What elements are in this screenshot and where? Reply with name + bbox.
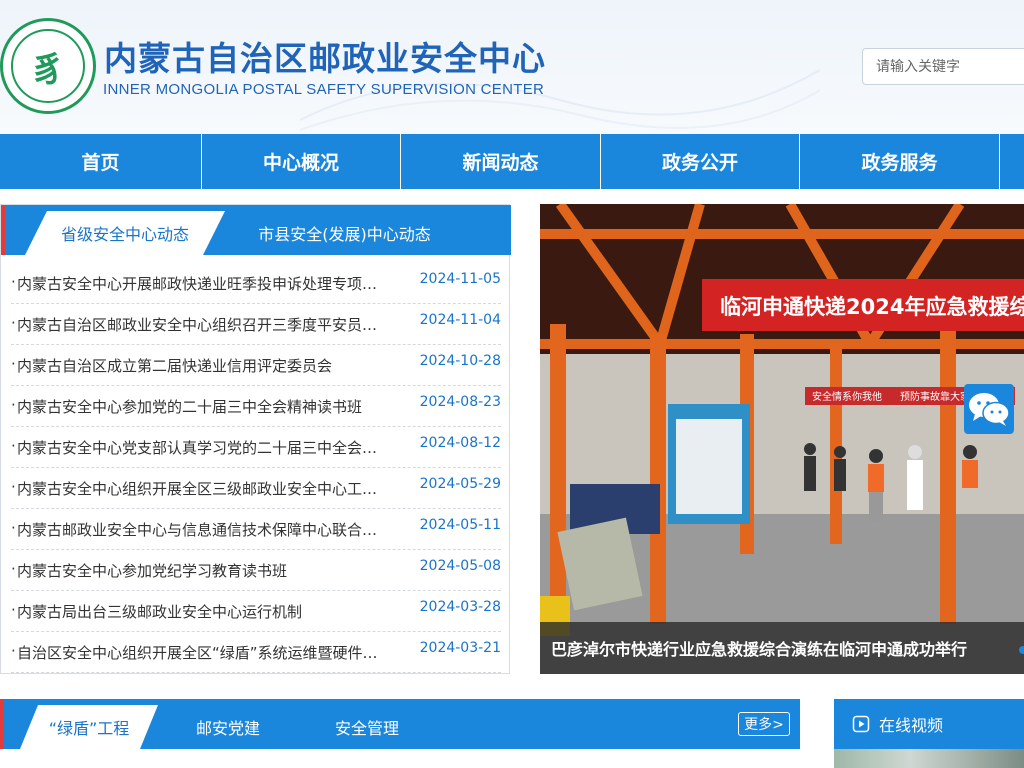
more-button[interactable]: 更多> — [738, 712, 790, 736]
news-date: 2024-05-11 — [419, 517, 501, 533]
search-input[interactable] — [862, 48, 1024, 85]
news-title[interactable]: 内蒙古自治区成立第二届快递业信用评定委员会 — [11, 355, 391, 376]
news-date: 2024-08-12 — [419, 435, 501, 451]
site-subtitle: INNER MONGOLIA POSTAL SAFETY SUPERVISION… — [103, 81, 545, 98]
online-video-label: 在线视频 — [879, 716, 944, 735]
wechat-glyph-icon — [969, 393, 1010, 426]
news-title[interactable]: 自治区安全中心组织开展全区“绿盾”系统运维暨硬件设备培训 — [11, 642, 391, 663]
nav-item-about[interactable]: 中心概况 — [202, 134, 400, 189]
tab-content-area — [0, 749, 800, 768]
slide-caption[interactable]: 巴彦淖尔市快递行业应急救援综合演练在临河申通成功举行 — [540, 622, 1024, 674]
news-title[interactable]: 内蒙古邮政业安全中心与信息通信技术保障中心联合举办培训 — [11, 519, 391, 540]
slide-sign-right: 预防事故靠大家 — [900, 390, 970, 403]
news-date: 2024-05-29 — [419, 476, 501, 492]
list-item[interactable]: 内蒙古安全中心党支部认真学习党的二十届三中全会精神 2024-08-12 — [11, 427, 501, 468]
list-item[interactable]: 内蒙古安全中心开展邮政快递业旺季投申诉处理专项工作 2024-11-05 — [11, 263, 501, 304]
site-header: 豸 内蒙古自治区邮政业安全中心 INNER MONGOLIA POSTAL SA… — [0, 0, 1024, 134]
news-title[interactable]: 内蒙古安全中心参加党纪学习教育读书班 — [11, 560, 391, 581]
news-title[interactable]: 内蒙古安全中心开展邮政快递业旺季投申诉处理专项工作 — [11, 273, 391, 294]
nav-item-gov-open[interactable]: 政务公开 — [601, 134, 799, 189]
list-item[interactable]: 自治区安全中心组织开展全区“绿盾”系统运维暨硬件设备培训 2024-03-21 — [11, 632, 501, 673]
news-tabs: 省级安全中心动态 市县安全(发展)中心动态 — [1, 205, 511, 255]
slide-image: 临河申通快递2024年应急救援综合演 安全情系你我他 预防事故靠大家 — [540, 204, 1024, 674]
list-item[interactable]: 内蒙古安全中心组织开展全区三级邮政业安全中心工作培训 2024-05-29 — [11, 468, 501, 509]
red-marker — [0, 699, 4, 749]
list-item[interactable]: 内蒙古自治区成立第二届快递业信用评定委员会 2024-10-28 — [11, 345, 501, 386]
news-slideshow[interactable]: 临河申通快递2024年应急救援综合演 安全情系你我他 预防事故靠大家 巴彦淖尔市… — [540, 204, 1024, 674]
list-item[interactable]: 内蒙古局出台三级邮政业安全中心运行机制 2024-03-28 — [11, 591, 501, 632]
video-thumbnail[interactable] — [834, 749, 1024, 768]
nav-item-gov-service[interactable]: 政务服务 — [800, 134, 999, 189]
news-date: 2024-03-28 — [419, 599, 501, 615]
news-date: 2024-03-21 — [419, 640, 501, 656]
news-title[interactable]: 内蒙古自治区邮政业安全中心组织召开三季度平安员信息报送工作会议 — [11, 314, 391, 335]
red-marker — [1, 205, 5, 255]
wechat-icon[interactable] — [964, 384, 1014, 434]
news-date: 2024-11-05 — [419, 271, 501, 287]
online-video-header[interactable]: 在线视频 — [834, 699, 1024, 749]
nav-item-news[interactable]: 新闻动态 — [401, 134, 600, 189]
main-nav: 首页 中心概况 新闻动态 政务公开 政务服务 — [0, 134, 1024, 189]
tab-provincial-news[interactable]: 省级安全中心动态 — [25, 211, 225, 255]
tab-green-shield[interactable]: “绿盾”工程 — [20, 705, 158, 749]
tab-party-building[interactable]: 邮安党建 — [196, 705, 260, 749]
site-logo[interactable]: 豸 — [0, 18, 96, 114]
nav-item-home[interactable]: 首页 — [0, 134, 201, 189]
news-panel: 省级安全中心动态 市县安全(发展)中心动态 内蒙古安全中心开展邮政快递业旺季投申… — [0, 204, 511, 674]
list-item[interactable]: 内蒙古邮政业安全中心与信息通信技术保障中心联合举办培训 2024-05-11 — [11, 509, 501, 550]
site-title: 内蒙古自治区邮政业安全中心 — [104, 39, 546, 78]
slide-indicator-dot[interactable] — [1019, 646, 1024, 654]
news-date: 2024-05-08 — [419, 558, 501, 574]
news-date: 2024-10-28 — [419, 353, 501, 369]
news-title[interactable]: 内蒙古安全中心组织开展全区三级邮政业安全中心工作培训 — [11, 478, 391, 499]
news-list: 内蒙古安全中心开展邮政快递业旺季投申诉处理专项工作 2024-11-05 内蒙古自… — [11, 263, 501, 673]
tab-city-news[interactable]: 市县安全(发展)中心动态 — [237, 211, 452, 255]
news-date: 2024-08-23 — [419, 394, 501, 410]
slide-banner-text: 临河申通快递2024年应急救援综合演 — [720, 295, 1024, 319]
logo-emblem-icon: 豸 — [11, 29, 85, 103]
news-title[interactable]: 内蒙古安全中心参加党的二十届三中全会精神读书班 — [11, 396, 391, 417]
slide-sign-left: 安全情系你我他 — [812, 390, 882, 403]
news-title[interactable]: 内蒙古安全中心党支部认真学习党的二十届三中全会精神 — [11, 437, 391, 458]
play-icon — [852, 715, 870, 733]
news-title[interactable]: 内蒙古局出台三级邮政业安全中心运行机制 — [11, 601, 391, 622]
tab-safety-management[interactable]: 安全管理 — [335, 705, 399, 749]
list-item[interactable]: 内蒙古自治区邮政业安全中心组织召开三季度平安员信息报送工作会议 2024-11-0… — [11, 304, 501, 345]
green-shield-tabs: “绿盾”工程 邮安党建 安全管理 — [0, 699, 800, 749]
list-item[interactable]: 内蒙古安全中心参加党纪学习教育读书班 2024-05-08 — [11, 550, 501, 591]
list-item[interactable]: 内蒙古安全中心参加党的二十届三中全会精神读书班 2024-08-23 — [11, 386, 501, 427]
news-date: 2024-11-04 — [419, 312, 501, 328]
nav-item-overflow[interactable] — [1000, 134, 1024, 189]
